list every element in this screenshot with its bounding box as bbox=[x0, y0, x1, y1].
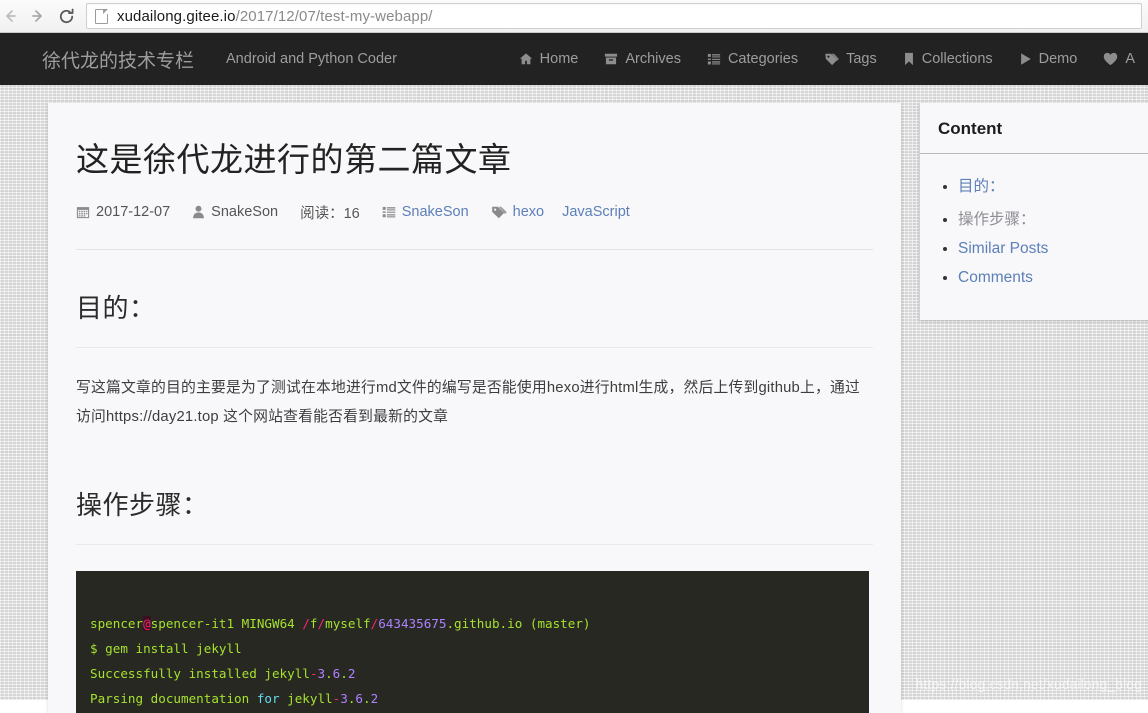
meta-views: 阅读：16 bbox=[300, 202, 360, 223]
list-item: Similar Posts bbox=[958, 240, 1148, 258]
site-brand[interactable]: 徐代龙的技术专栏 bbox=[42, 46, 194, 73]
nav-item-collections[interactable]: Collections bbox=[890, 51, 1006, 67]
forward-arrow-icon[interactable] bbox=[24, 2, 52, 30]
terminal-token: .github.io (master) bbox=[446, 616, 590, 631]
meta-tag-link[interactable]: hexo bbox=[513, 204, 544, 220]
terminal-token: . bbox=[363, 691, 371, 706]
nav-item-home[interactable]: Home bbox=[506, 51, 592, 67]
url-path: /2017/12/07/test-my-webapp/ bbox=[236, 8, 433, 25]
bookmark-icon bbox=[903, 52, 915, 66]
meta-category: SnakeSon bbox=[382, 204, 469, 220]
purpose-paragraph: 写这篇文章的目的主要是为了测试在本地进行md文件的编写是否能使用hexo进行ht… bbox=[76, 374, 873, 433]
terminal-token: 2 bbox=[371, 691, 379, 706]
terminal-token: f bbox=[310, 616, 318, 631]
terminal-token: . bbox=[325, 666, 333, 681]
reload-icon[interactable] bbox=[52, 2, 80, 30]
heart-icon bbox=[1103, 52, 1118, 66]
archive-box-icon bbox=[604, 52, 618, 66]
terminal-token: / bbox=[318, 616, 326, 631]
nav-item-tags[interactable]: Tags bbox=[811, 51, 890, 67]
list-item: Comments bbox=[958, 269, 1148, 287]
site-tagline: Android and Python Coder bbox=[226, 51, 397, 67]
meta-category-link[interactable]: SnakeSon bbox=[402, 204, 469, 220]
browser-toolbar: xudailong.gitee.io/2017/12/07/test-my-we… bbox=[0, 0, 1148, 33]
content-sidebar-heading: Content bbox=[920, 103, 1148, 154]
tags-icon bbox=[491, 205, 507, 219]
post-meta: 2017-12-07 SnakeSon 阅读：16 SnakeSon bbox=[76, 202, 873, 223]
terminal-token: $ gem install jekyll bbox=[90, 641, 242, 656]
terminal-token: 6 bbox=[355, 691, 363, 706]
meta-date-text: 2017-12-07 bbox=[96, 204, 170, 220]
meta-tag-link[interactable]: JavaScript bbox=[562, 204, 630, 220]
categories-list-icon bbox=[382, 205, 396, 219]
terminal-token: Successfully installed jekyll bbox=[90, 666, 310, 681]
home-icon bbox=[519, 52, 533, 66]
terminal-token: myself bbox=[325, 616, 371, 631]
list-item: 操作步骤： bbox=[958, 207, 1148, 229]
nav-item-label: Categories bbox=[728, 51, 798, 67]
terminal-code-block: spencer@spencer-it1 MINGW64 /f/myself/64… bbox=[76, 571, 869, 713]
url-text: xudailong.gitee.io/2017/12/07/test-my-we… bbox=[117, 8, 433, 25]
section-divider bbox=[76, 544, 873, 545]
nav-item-label: Archives bbox=[625, 51, 681, 67]
nav-item-label: Tags bbox=[846, 51, 877, 67]
meta-views-text: 阅读：16 bbox=[300, 202, 360, 223]
list-icon bbox=[707, 52, 721, 66]
user-icon bbox=[192, 205, 205, 219]
meta-tags: hexo JavaScript bbox=[491, 204, 630, 220]
toc-list: 目的： 操作步骤： Similar Posts Comments bbox=[958, 174, 1148, 287]
terminal-token: Parsing documentation bbox=[90, 691, 257, 706]
calendar-icon bbox=[76, 205, 90, 219]
terminal-token: 3 bbox=[340, 691, 348, 706]
terminal-token: @ bbox=[143, 616, 151, 631]
terminal-token: spencer bbox=[90, 616, 143, 631]
nav-item-archives[interactable]: Archives bbox=[591, 51, 694, 67]
terminal-line: spencer@spencer-it1 MINGW64 /f/myself/64… bbox=[90, 611, 869, 636]
terminal-token: 643435675 bbox=[378, 616, 446, 631]
terminal-token: / bbox=[302, 616, 310, 631]
meta-date: 2017-12-07 bbox=[76, 204, 170, 220]
url-host: xudailong.gitee.io bbox=[117, 8, 236, 25]
content-sidebar-body: 目的： 操作步骤： Similar Posts Comments bbox=[920, 154, 1148, 320]
section-heading-purpose: 目的： bbox=[76, 288, 873, 325]
toc-link-similar-posts[interactable]: Similar Posts bbox=[958, 240, 1048, 257]
terminal-token: 2 bbox=[348, 666, 356, 681]
site-navbar: 徐代龙的技术专栏 Android and Python Coder Home A… bbox=[0, 33, 1148, 85]
nav-item-label: Home bbox=[540, 51, 579, 67]
toc-link-steps[interactable]: 操作步骤： bbox=[958, 211, 1036, 228]
content-sidebar: Content 目的： 操作步骤： Similar Posts Comments bbox=[919, 103, 1148, 320]
play-icon bbox=[1019, 52, 1032, 66]
page-title: 这是徐代龙进行的第二篇文章 bbox=[76, 139, 873, 182]
list-item: 目的： bbox=[958, 174, 1148, 196]
nav-item-categories[interactable]: Categories bbox=[694, 51, 811, 67]
terminal-token: jekyll bbox=[280, 691, 333, 706]
terminal-token: for bbox=[257, 691, 280, 706]
meta-author: SnakeSon bbox=[192, 204, 278, 220]
page-document-icon bbox=[95, 9, 108, 24]
nav-item-label: Demo bbox=[1039, 51, 1078, 67]
terminal-line: Successfully installed jekyll-3.6.2 bbox=[90, 661, 869, 686]
nav-item-label: A bbox=[1125, 51, 1135, 67]
terminal-line: Parsing documentation for jekyll-3.6.2 bbox=[90, 686, 869, 711]
toc-link-purpose[interactable]: 目的： bbox=[958, 178, 1005, 195]
meta-divider bbox=[76, 249, 873, 250]
section-divider bbox=[76, 347, 873, 348]
nav-item-label: Collections bbox=[922, 51, 993, 67]
article-card: 这是徐代龙进行的第二篇文章 2017-12-07 SnakeSon 阅读：16 bbox=[48, 103, 901, 713]
meta-author-text: SnakeSon bbox=[211, 204, 278, 220]
terminal-token: spencer-it1 MINGW64 bbox=[151, 616, 303, 631]
terminal-token: 3 bbox=[317, 666, 325, 681]
back-arrow-icon[interactable] bbox=[0, 2, 24, 30]
tag-icon bbox=[824, 52, 839, 66]
terminal-token: . bbox=[340, 666, 348, 681]
site-nav-links: Home Archives Categories Tags Collection bbox=[506, 51, 1148, 67]
nav-item-demo[interactable]: Demo bbox=[1006, 51, 1091, 67]
toc-link-comments[interactable]: Comments bbox=[958, 269, 1033, 286]
address-bar[interactable]: xudailong.gitee.io/2017/12/07/test-my-we… bbox=[86, 3, 1142, 29]
terminal-line: $ gem install jekyll bbox=[90, 636, 869, 661]
section-heading-steps: 操作步骤： bbox=[76, 485, 873, 522]
nav-item-about[interactable]: A bbox=[1090, 51, 1148, 67]
